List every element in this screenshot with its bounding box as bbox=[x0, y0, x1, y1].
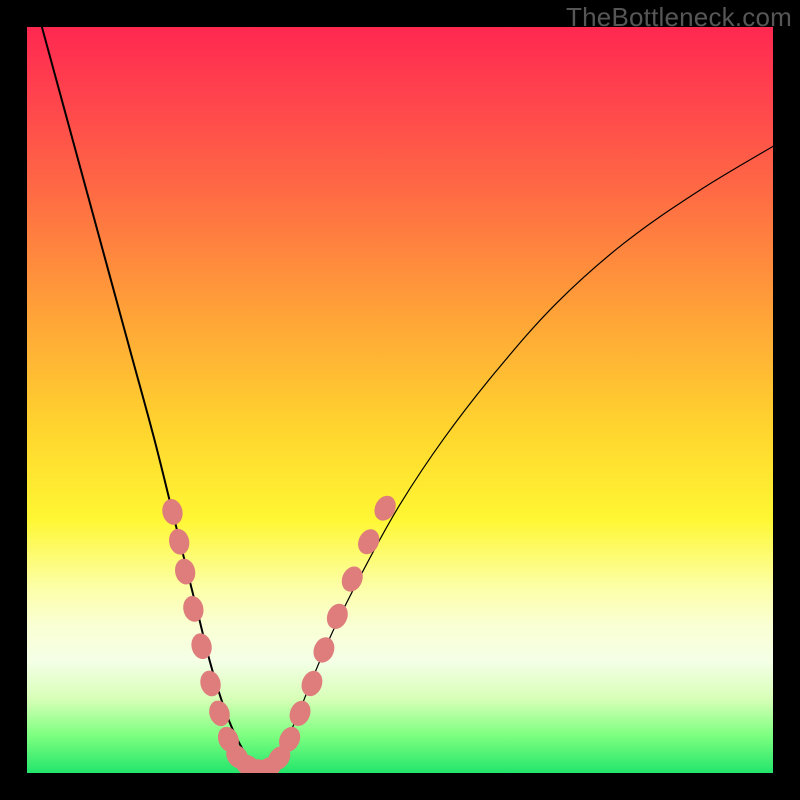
chart-marker bbox=[338, 563, 367, 595]
chart-marker bbox=[173, 557, 198, 587]
markers-group bbox=[160, 492, 400, 773]
bottleneck-curve-right bbox=[266, 146, 773, 769]
chart-marker bbox=[354, 526, 383, 558]
chart-marker bbox=[206, 698, 233, 729]
bottleneck-curve-left bbox=[42, 27, 266, 769]
chart-marker bbox=[310, 634, 338, 665]
chart-marker bbox=[323, 601, 351, 633]
chart-marker bbox=[189, 631, 214, 661]
chart-marker bbox=[181, 594, 206, 624]
curve-group bbox=[42, 27, 773, 769]
chart-marker bbox=[370, 492, 399, 524]
chart-plot-area bbox=[27, 27, 773, 773]
chart-svg bbox=[27, 27, 773, 773]
chart-marker bbox=[298, 668, 326, 699]
chart-marker bbox=[167, 527, 192, 557]
chart-marker bbox=[160, 497, 185, 527]
chart-marker bbox=[286, 698, 314, 730]
watermark-text: TheBottleneck.com bbox=[566, 2, 792, 33]
chart-frame: TheBottleneck.com bbox=[0, 0, 800, 800]
